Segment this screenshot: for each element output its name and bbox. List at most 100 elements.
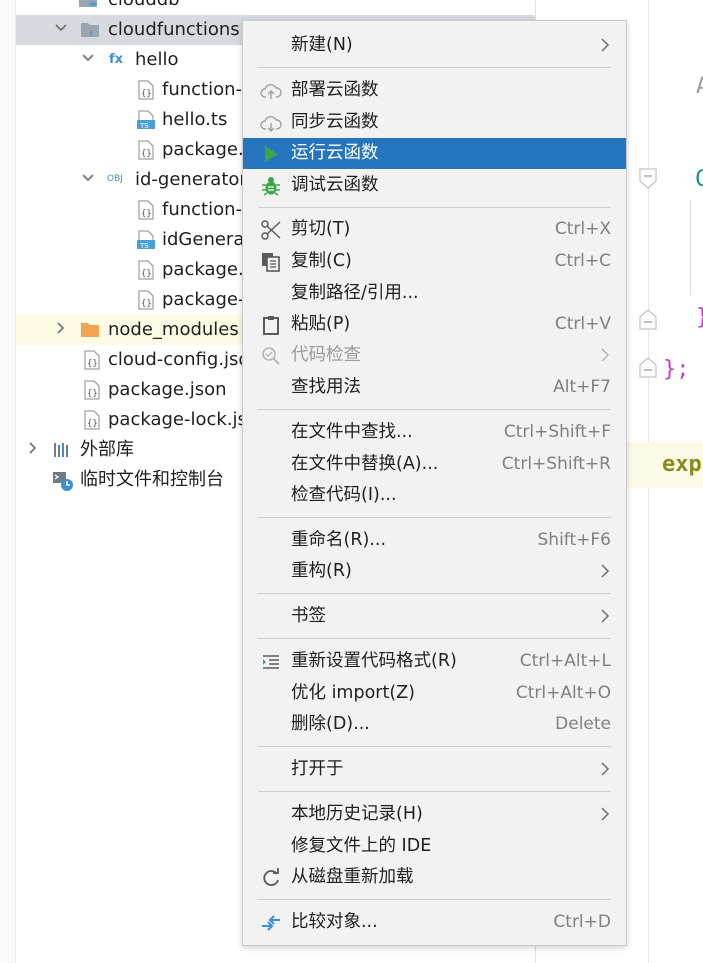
submenu-arrow-icon bbox=[600, 762, 610, 776]
submenu-arrow-icon bbox=[600, 348, 610, 362]
tree-row-label: package-lock.js bbox=[108, 409, 247, 430]
inspect-icon bbox=[260, 345, 282, 367]
code-fragment: C bbox=[695, 167, 703, 192]
menu-item-copy-path[interactable]: 复制路径/引用... bbox=[243, 278, 626, 309]
menu-item-optimize-imports[interactable]: 优化 import(Z) Ctrl+Alt+O bbox=[243, 678, 626, 709]
chevron-right-icon[interactable] bbox=[54, 321, 68, 335]
menu-item-compare-with[interactable]: 比较对象... Ctrl+D bbox=[243, 907, 626, 938]
svg-text:{}: {} bbox=[87, 359, 98, 369]
submenu-arrow-icon bbox=[600, 807, 610, 821]
reload-icon bbox=[260, 867, 282, 889]
menu-separator bbox=[258, 207, 611, 208]
database-folder-icon bbox=[78, 0, 98, 10]
tree-row-label: function- bbox=[162, 199, 243, 220]
reformat-icon bbox=[260, 651, 282, 673]
menu-separator bbox=[258, 899, 611, 900]
folder-icon bbox=[80, 320, 100, 340]
scissors-icon bbox=[260, 219, 282, 241]
menu-item-open-in[interactable]: 打开于 bbox=[243, 754, 626, 785]
tree-row-label: hello bbox=[135, 49, 179, 70]
svg-text:{}: {} bbox=[141, 269, 152, 279]
function-icon: fx bbox=[109, 52, 124, 67]
chevron-down-icon[interactable] bbox=[81, 171, 95, 185]
menu-item-run-function[interactable]: 运行云函数 bbox=[243, 138, 626, 169]
tree-row-label: id-generator bbox=[135, 169, 247, 190]
chevron-down-icon[interactable] bbox=[81, 51, 95, 65]
tree-row-label: hello.ts bbox=[162, 109, 228, 130]
json-file-icon: {} bbox=[136, 260, 156, 280]
menu-separator bbox=[258, 409, 611, 410]
menu-item-delete[interactable]: 删除(D)... Delete bbox=[243, 709, 626, 740]
menu-item-repair-ide[interactable]: 修复文件上的 IDE bbox=[243, 831, 626, 862]
context-menu: 新建(N) 部署云函数 同步云函数 运行云函数 调试云函数 剪切(T) Ctrl… bbox=[242, 20, 627, 946]
menu-item-sync-function[interactable]: 同步云函数 bbox=[243, 107, 626, 138]
json-file-icon: {} bbox=[82, 350, 102, 370]
menu-item-cut[interactable]: 剪切(T) Ctrl+X bbox=[243, 214, 626, 245]
json-file-icon: {} bbox=[136, 80, 156, 100]
menu-item-new[interactable]: 新建(N) bbox=[243, 30, 626, 61]
indent-guide bbox=[690, 200, 691, 295]
json-file-icon: {} bbox=[136, 290, 156, 310]
fold-icon[interactable] bbox=[638, 308, 658, 330]
library-icon bbox=[52, 440, 72, 460]
cloud-upload-icon bbox=[260, 80, 282, 102]
svg-text:TS: TS bbox=[139, 122, 149, 130]
json-file-icon: {} bbox=[136, 140, 156, 160]
typescript-file-icon: TS bbox=[136, 230, 156, 250]
submenu-arrow-icon bbox=[600, 609, 610, 623]
compare-icon bbox=[260, 912, 282, 934]
menu-separator bbox=[258, 517, 611, 518]
tree-row-label: package.json bbox=[108, 379, 227, 400]
svg-text:{}: {} bbox=[87, 419, 98, 429]
typescript-file-icon: TS bbox=[136, 110, 156, 130]
menu-item-refactor[interactable]: 重构(R) bbox=[243, 556, 626, 587]
tree-row-label: 外部库 bbox=[80, 439, 134, 460]
svg-text:TS: TS bbox=[139, 242, 149, 250]
menu-item-find-usages[interactable]: 查找用法 Alt+F7 bbox=[243, 372, 626, 403]
cloud-download-icon bbox=[260, 112, 282, 134]
svg-text:{}: {} bbox=[87, 389, 98, 399]
tree-row-label: package.j bbox=[162, 259, 249, 280]
object-icon: OBJ bbox=[107, 174, 123, 184]
scratch-console-icon bbox=[52, 470, 73, 491]
svg-text:{}: {} bbox=[141, 209, 152, 219]
menu-item-copy[interactable]: 复制(C) Ctrl+C bbox=[243, 246, 626, 277]
svg-text:{}: {} bbox=[141, 149, 152, 159]
menu-item-bookmarks[interactable]: 书签 bbox=[243, 601, 626, 632]
paste-icon bbox=[260, 314, 282, 336]
menu-item-reload-from-disk[interactable]: 从磁盘重新加载 bbox=[243, 862, 626, 893]
bug-icon bbox=[260, 175, 282, 197]
tree-row-label: cloudfunctions bbox=[108, 19, 240, 40]
menu-item-rename[interactable]: 重命名(R)... Shift+F6 bbox=[243, 525, 626, 556]
chevron-right-icon[interactable] bbox=[26, 441, 40, 455]
menu-item-paste[interactable]: 粘贴(P) Ctrl+V bbox=[243, 309, 626, 340]
menu-item-code-inspection: 代码检查 bbox=[243, 340, 626, 371]
code-brace: } bbox=[696, 305, 703, 330]
menu-item-reformat-code[interactable]: 重新设置代码格式(R) Ctrl+Alt+L bbox=[243, 646, 626, 677]
submenu-arrow-icon bbox=[600, 38, 610, 52]
cloud-folder-icon: f bbox=[80, 20, 100, 40]
code-keyword: exp bbox=[662, 452, 702, 477]
tree-row-label: package.j bbox=[162, 139, 249, 160]
json-file-icon: {} bbox=[136, 200, 156, 220]
code-fragment: A bbox=[696, 74, 703, 99]
fold-icon[interactable] bbox=[638, 356, 658, 378]
menu-item-replace-in-files[interactable]: 在文件中替换(A)... Ctrl+Shift+R bbox=[243, 449, 626, 480]
tree-row-label: clouddb bbox=[108, 0, 180, 11]
copy-icon bbox=[260, 251, 282, 273]
menu-item-local-history[interactable]: 本地历史记录(H) bbox=[243, 799, 626, 830]
menu-item-inspect-code[interactable]: 检查代码(I)... bbox=[243, 480, 626, 511]
menu-item-debug-function[interactable]: 调试云函数 bbox=[243, 170, 626, 201]
menu-item-deploy-function[interactable]: 部署云函数 bbox=[243, 75, 626, 106]
tree-row-label: package- bbox=[162, 289, 245, 310]
tree-gutter bbox=[0, 0, 16, 963]
tree-row-label: cloud-config.jso bbox=[108, 349, 250, 370]
fold-icon[interactable] bbox=[638, 168, 658, 190]
chevron-down-icon[interactable] bbox=[54, 21, 68, 35]
svg-text:{}: {} bbox=[141, 299, 152, 309]
code-semi-line: }; bbox=[663, 357, 690, 382]
menu-item-find-in-files[interactable]: 在文件中查找... Ctrl+Shift+F bbox=[243, 417, 626, 448]
submenu-arrow-icon bbox=[600, 564, 610, 578]
tree-row-label: 临时文件和控制台 bbox=[80, 469, 224, 490]
tree-row-clouddb[interactable]: clouddb bbox=[16, 0, 535, 15]
